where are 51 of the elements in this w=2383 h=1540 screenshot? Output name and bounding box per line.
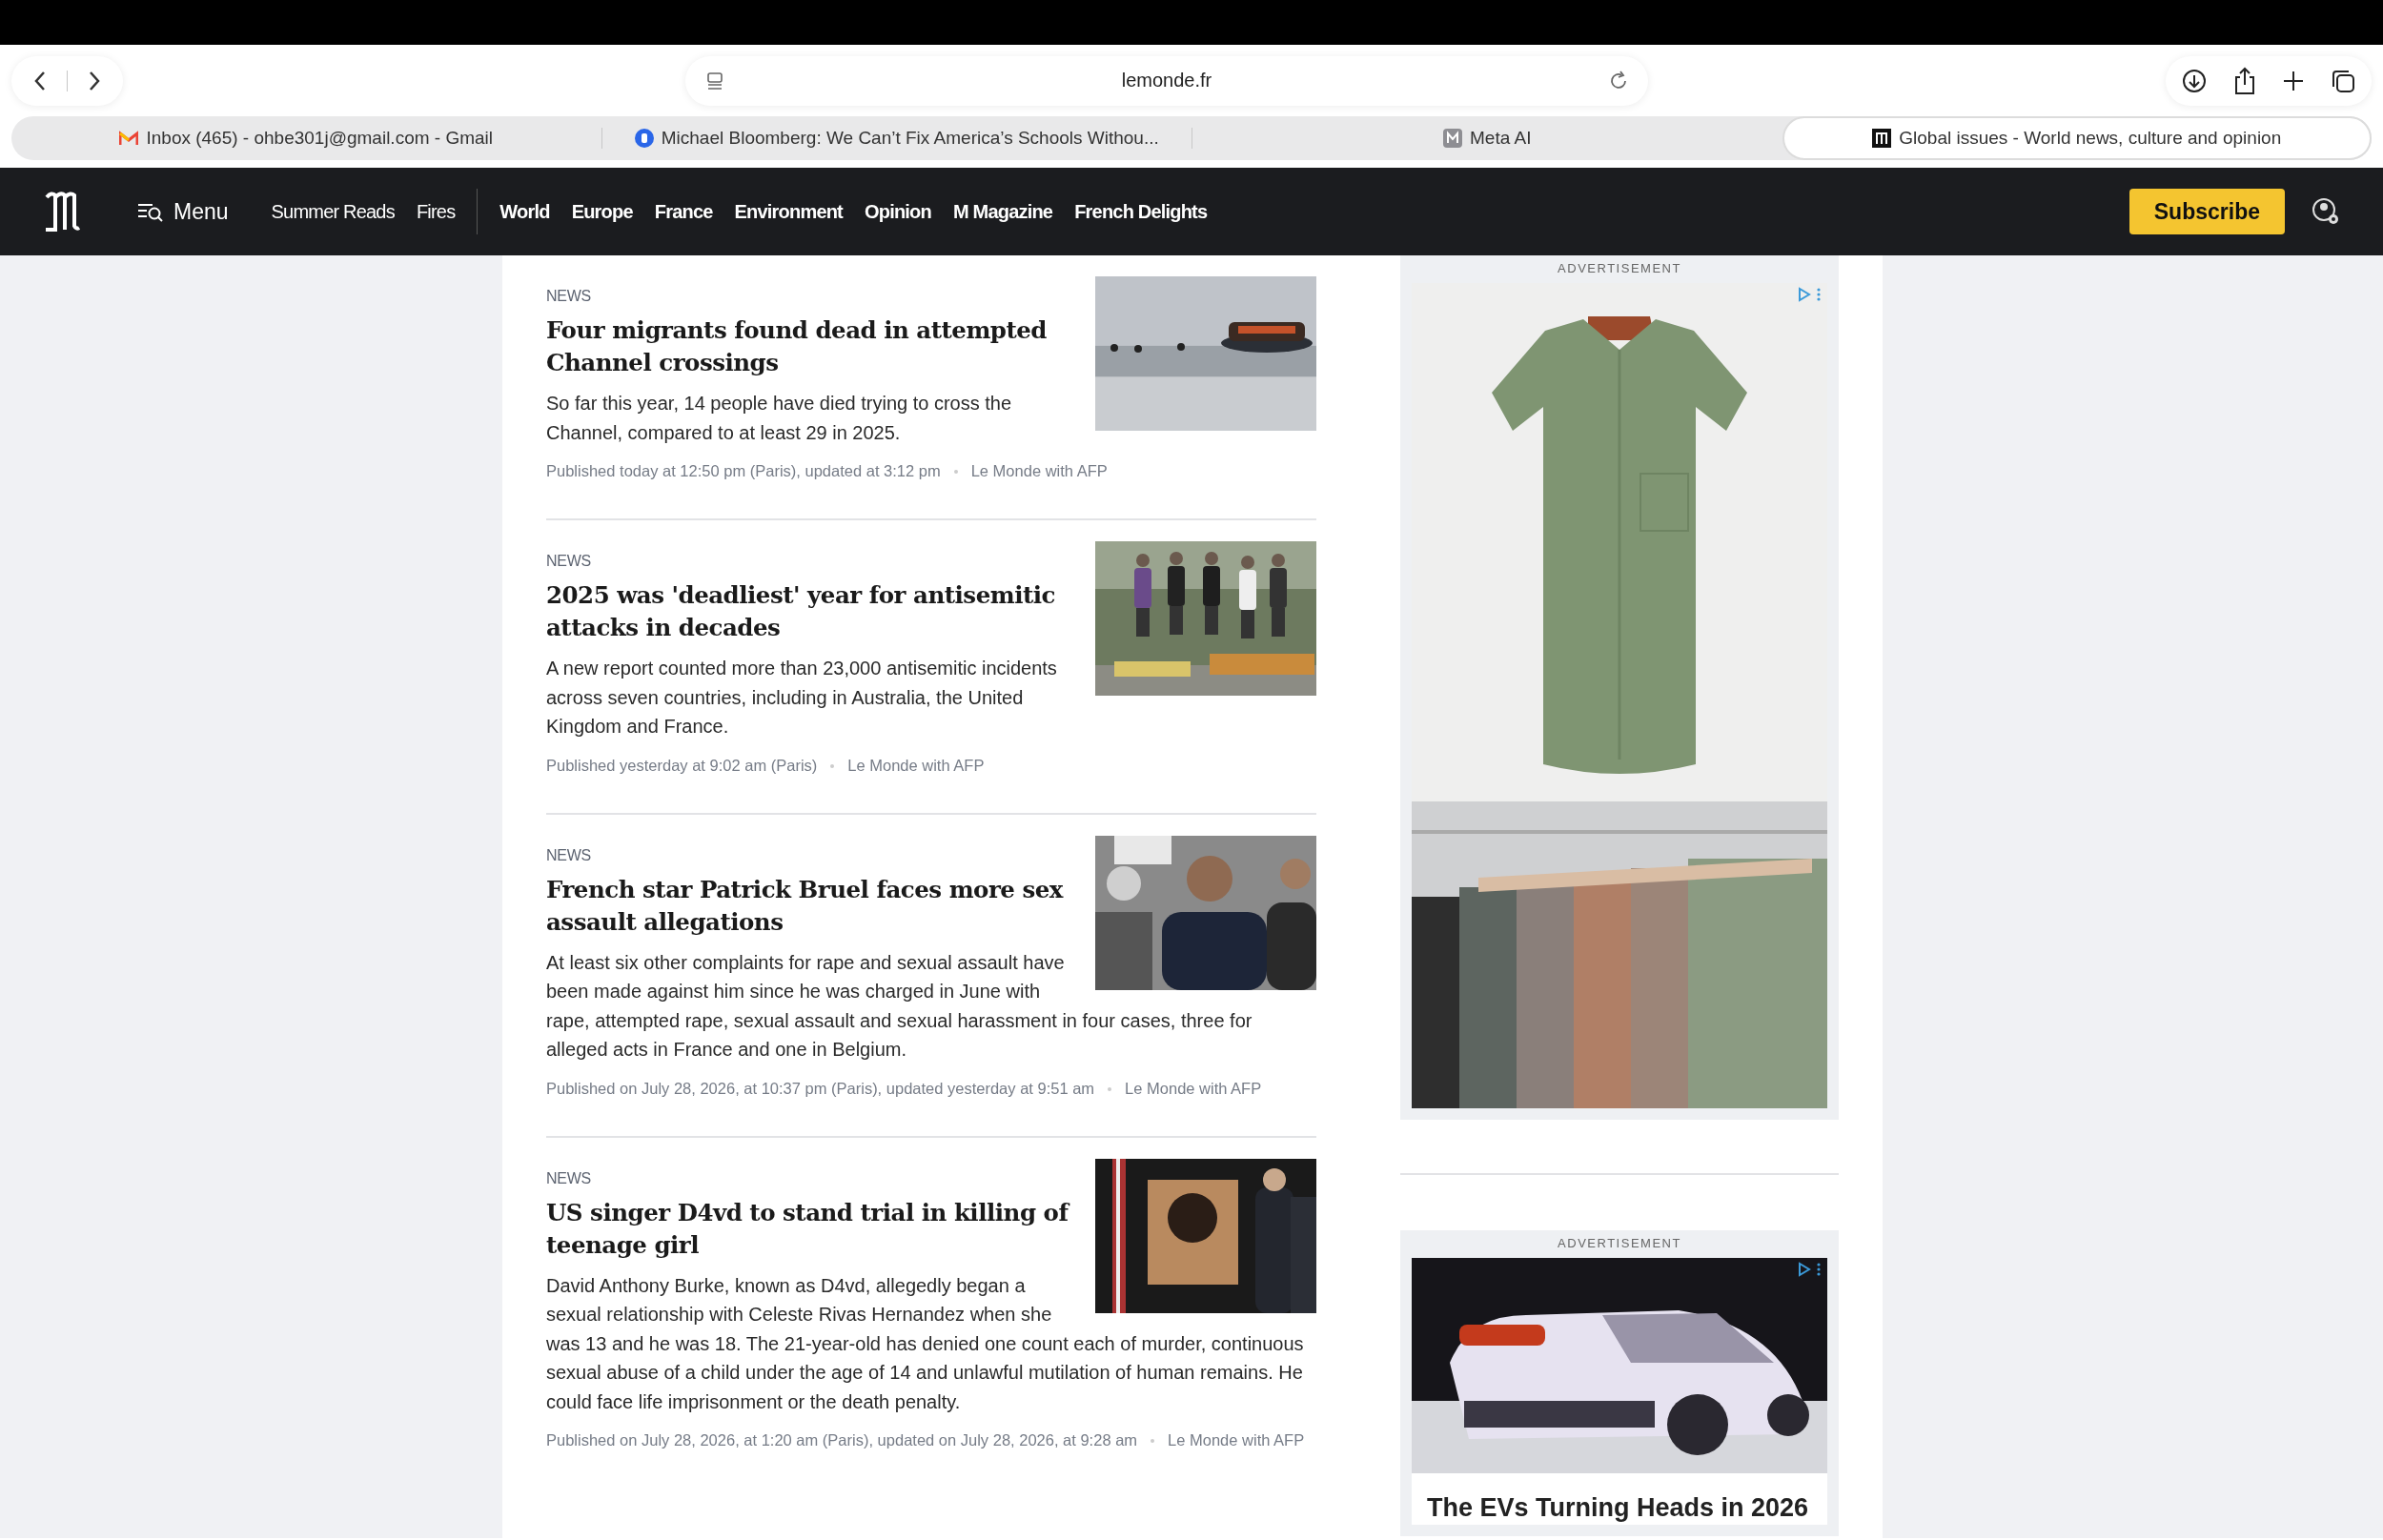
tab-title: Meta AI: [1470, 128, 1532, 149]
tab-title: Global issues - World news, culture and opinion: [1899, 128, 2282, 149]
nav-link[interactable]: France: [654, 200, 713, 223]
article-title[interactable]: Four migrants found dead in attempted Channel crossings: [546, 314, 1316, 379]
reload-icon[interactable]: [1608, 70, 1629, 91]
article-summary: A new report counted more than 23,000 antisemitic incidents across seven countries, including in Australia, the United Kingdom and France.: [546, 657, 1058, 739]
tab-title: Michael Bloomberg: We Can’t Fix America’s Schools Withou...: [661, 128, 1159, 149]
ad-choices-icon[interactable]: [1797, 1262, 1812, 1277]
section-tag: NEWS: [546, 1169, 1316, 1187]
article-title[interactable]: US singer D4vd to stand trial in killing of teenage girl: [546, 1196, 1316, 1262]
nav-link[interactable]: Fires: [416, 200, 456, 223]
logo-icon[interactable]: [44, 190, 80, 233]
section-tag: NEWS: [546, 288, 1316, 305]
section-tag: NEWS: [546, 846, 1316, 864]
address-bar[interactable]: lemonde.fr: [685, 55, 1648, 106]
tab-title: Inbox (465) - ohbe301j@gmail.com - Gmail: [146, 128, 494, 149]
ad-label: ADVERTISEMENT: [1557, 1235, 1682, 1252]
nav-link[interactable]: World: [499, 200, 550, 223]
article-summary: So far this year, 14 people have died trying to cross the Channel, compared to at least 29 in 2025.: [546, 392, 1013, 445]
download-icon[interactable]: [2181, 67, 2208, 94]
share-icon[interactable]: [2232, 66, 2257, 95]
plus-icon[interactable]: [2282, 69, 2305, 92]
article-title[interactable]: 2025 was 'deadliest' year for antisemitic attacks in decades: [546, 579, 1316, 644]
browser-tab[interactable]: Global issues - World news, culture and opinion: [1782, 116, 2372, 160]
circle-icon: [634, 129, 654, 148]
ad-label: ADVERTISEMENT: [1557, 260, 1682, 277]
nav-link[interactable]: French Delights: [1074, 200, 1208, 223]
article-meta: Published on July 28, 2026, at 10:37 pm (Paris), updated yesterday at 9:51 am Le Monde with AFP: [546, 1078, 1263, 1099]
article-meta: Published yesterday at 9:02 am (Paris) Le Monde with AFP: [546, 755, 986, 776]
nav-link[interactable]: Summer Reads: [271, 200, 395, 223]
subscribe-button[interactable]: Subscribe: [2128, 189, 2285, 234]
nav-link[interactable]: Europe: [571, 200, 633, 223]
article-summary: David Anthony Burke, known as D4vd, allegedly began a sexual relationship with Celeste Rivas Hernandez when she was 13 and he was 18. The 21-year-old has denied one count each of murder, continuous sexual abuse of a child under the age of 14 and unlawful mutilation of human remains. He could face life imprisonment or the death penalty.: [546, 1273, 1305, 1414]
menu-button[interactable]: Menu: [137, 198, 229, 225]
logo-icon: [1872, 129, 1892, 148]
nav-link[interactable]: Opinion: [865, 200, 931, 223]
article-summary: At least six other complaints for rape and sexual assault have been made against him since he was charged in June with rape, attempted rape, sexual assault and sexual harassment in four cases, three for alleged acts in France and one in Belgium.: [546, 950, 1253, 1062]
square-icon: [1443, 129, 1463, 148]
browser-tab[interactable]: Inbox (465) - ohbe301j@gmail.com - Gmail: [11, 116, 601, 160]
section-tag: NEWS: [546, 553, 1316, 570]
nav-link[interactable]: M Magazine: [952, 200, 1053, 223]
browser-tab[interactable]: Meta AI: [1192, 116, 1782, 160]
mail-icon: [119, 131, 139, 146]
reader-icon: [704, 70, 725, 91]
account-settings-icon[interactable]: [2312, 197, 2340, 226]
browser-tab[interactable]: Michael Bloomberg: We Can’t Fix America’s Schools Withou...: [601, 116, 1192, 160]
article-meta: Published on July 28, 2026, at 1:20 am (Paris), updated on July 28, 2026, at 9:28 am Le Monde with AFP: [546, 1430, 1306, 1450]
menu-icon: [137, 201, 164, 222]
article-meta: Published today at 12:50 pm (Paris), updated at 3:12 pm Le Monde with AFP: [546, 461, 1109, 481]
nav-link[interactable]: Environment: [734, 200, 843, 223]
article-title[interactable]: French star Patrick Bruel faces more sex assault allegations: [546, 873, 1316, 939]
